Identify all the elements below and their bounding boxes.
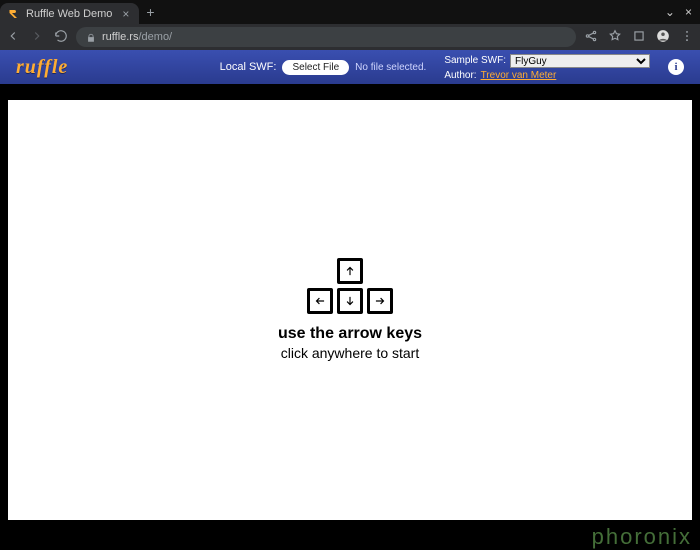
ruffle-logo: ruffle — [16, 56, 68, 79]
instruction-line2: click anywhere to start — [278, 344, 422, 362]
arrow-right-key-icon — [367, 288, 393, 314]
ruffle-favicon-icon — [8, 8, 20, 20]
nav-back-icon[interactable] — [6, 29, 20, 46]
letterbox-bottom — [0, 520, 700, 550]
browser-titlebar: Ruffle Web Demo × + ⌄ × — [0, 0, 700, 24]
instruction-text: use the arrow keys click anywhere to sta… — [278, 324, 422, 363]
window-minimize-icon[interactable]: ⌄ — [665, 5, 675, 19]
browser-tab[interactable]: Ruffle Web Demo × — [0, 3, 139, 24]
tab-close-icon[interactable]: × — [122, 8, 129, 20]
no-file-text: No file selected. — [355, 62, 426, 73]
profile-icon[interactable] — [656, 29, 670, 46]
tab-title: Ruffle Web Demo — [26, 8, 112, 20]
sample-swf-label: Sample SWF: — [444, 55, 506, 66]
nav-reload-icon[interactable] — [54, 29, 68, 46]
instruction-line1: use the arrow keys — [278, 324, 422, 345]
url-text: ruffle.rs/demo/ — [102, 31, 172, 43]
arrow-down-key-icon — [337, 288, 363, 314]
share-icon[interactable] — [584, 29, 598, 46]
letterbox-top — [0, 84, 700, 100]
local-swf-label: Local SWF: — [220, 61, 277, 73]
window-close-icon[interactable]: × — [685, 5, 692, 19]
lock-icon — [86, 32, 96, 42]
sample-swf-group: Sample SWF: FlyGuy Author: Trevor van Me… — [444, 54, 650, 81]
window-controls: ⌄ × — [657, 0, 700, 24]
new-tab-button[interactable]: + — [139, 0, 161, 24]
bookmark-star-icon[interactable] — [608, 29, 622, 46]
extensions-icon[interactable] — [632, 29, 646, 46]
arrow-left-key-icon — [307, 288, 333, 314]
sample-swf-select[interactable]: FlyGuy — [510, 54, 650, 68]
ruffle-header: ruffle Local SWF: Select File No file se… — [0, 50, 700, 84]
author-label: Author: — [444, 70, 476, 81]
arrow-up-key-icon — [337, 258, 363, 284]
browser-toolbar: ruffle.rs/demo/ — [0, 24, 700, 50]
local-swf-group: Local SWF: Select File No file selected. — [220, 60, 427, 75]
nav-forward-icon[interactable] — [30, 29, 44, 46]
flash-stage[interactable]: use the arrow keys click anywhere to sta… — [8, 100, 692, 520]
info-icon[interactable]: i — [668, 59, 684, 75]
menu-dots-icon[interactable] — [680, 29, 694, 46]
select-file-button[interactable]: Select File — [282, 60, 349, 75]
author-link[interactable]: Trevor van Meter — [481, 70, 557, 81]
arrow-key-diagram — [307, 258, 393, 314]
url-bar[interactable]: ruffle.rs/demo/ — [76, 27, 576, 47]
